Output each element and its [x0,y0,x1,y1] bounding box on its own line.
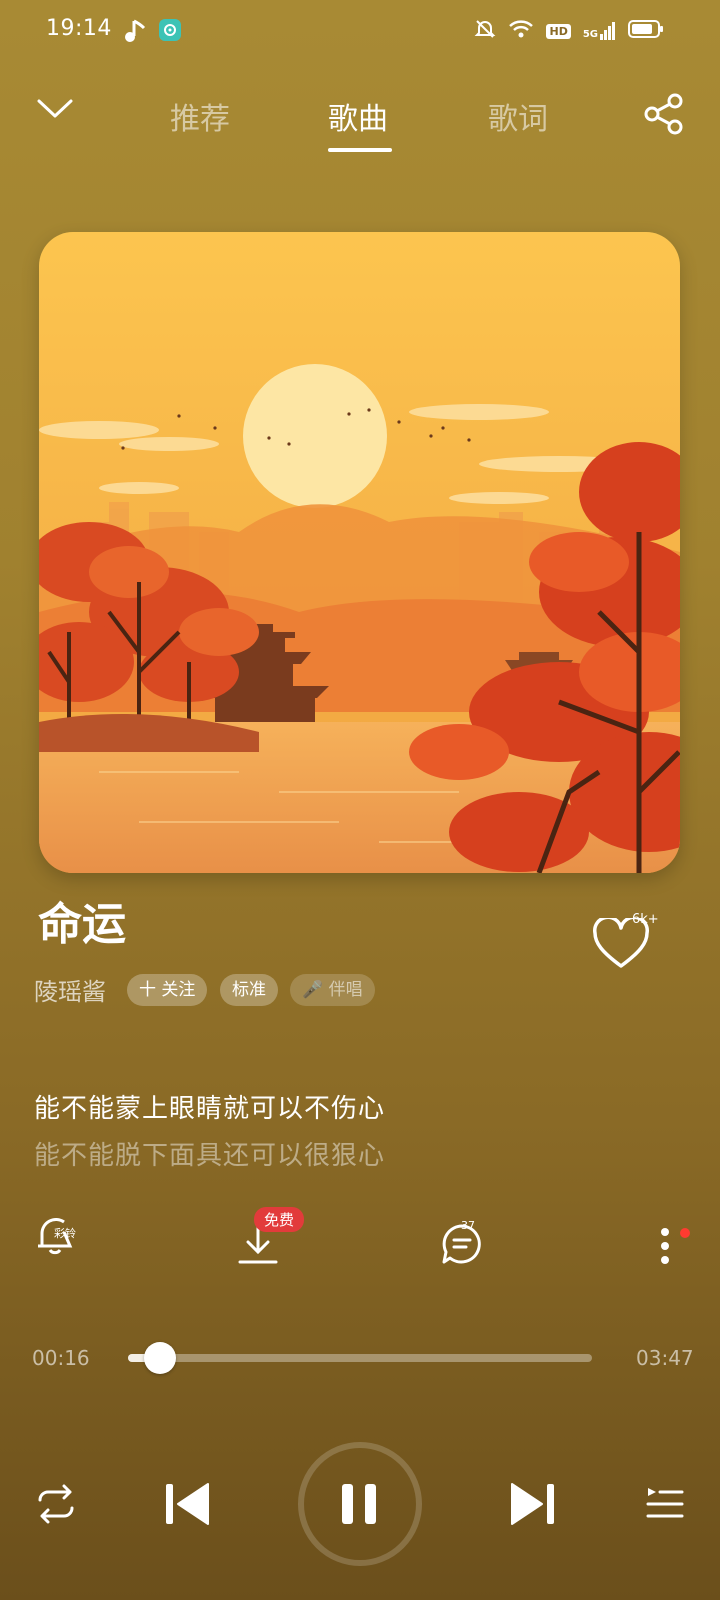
ringtone-label: 彩铃 [54,1227,76,1240]
lyric-next-line[interactable]: 能不能脱下面具还可以很狠心 [34,1135,385,1172]
total-time: 03:47 [636,1346,694,1370]
lyric-current-line[interactable]: 能不能蒙上眼睛就可以不伤心 [34,1088,385,1125]
quality-button[interactable]: 标准 [220,974,278,1006]
status-icons: HD 5G [474,18,664,44]
comment-count: 37 [461,1219,475,1232]
song-title: 命运 [38,899,126,950]
battery-icon [628,19,664,43]
sing-along-button[interactable]: 🎤 伴唱 [290,974,375,1006]
share-icon[interactable] [642,92,686,140]
hd-badge: HD [546,23,571,39]
music-note-icon [124,18,148,48]
tab-song[interactable]: 歌曲 [328,94,388,138]
notification-dot [680,1228,690,1238]
mute-bell-icon [474,18,496,44]
play-pause-button[interactable] [298,1442,422,1566]
progress-thumb[interactable] [144,1342,177,1374]
follow-button[interactable]: 十 关注 [127,974,208,1006]
previous-track-icon[interactable] [164,1482,210,1530]
status-time: 19:14 [46,16,112,41]
tab-recommend[interactable]: 推荐 [170,94,230,138]
active-tab-indicator [328,148,392,152]
repeat-icon[interactable] [34,1484,78,1528]
collapse-chevron-icon[interactable] [36,96,74,126]
next-track-icon[interactable] [510,1482,556,1530]
signal-icon: 5G [583,22,616,40]
tab-lyrics[interactable]: 歌词 [488,94,548,138]
progress-track[interactable] [128,1354,592,1362]
playlist-icon[interactable] [646,1486,684,1526]
current-time: 00:16 [32,1346,90,1370]
more-icon[interactable] [660,1226,670,1270]
artist-name[interactable]: 陵瑶酱 [34,972,106,1007]
app-notification-icon [158,18,182,46]
free-badge: 免费 [254,1207,305,1232]
like-count: 6k+ [632,912,659,927]
wifi-icon [508,19,534,43]
album-cover[interactable] [39,232,680,873]
pause-icon [342,1484,376,1524]
